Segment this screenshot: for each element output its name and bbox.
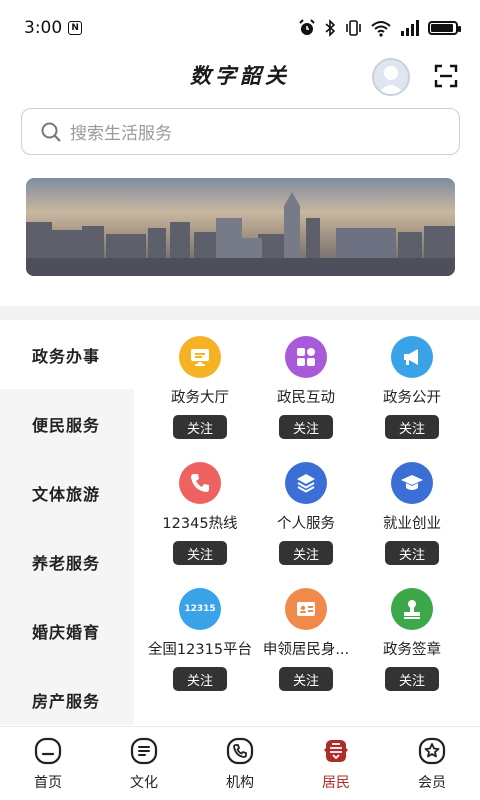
service-item[interactable]: 12345热线 关注	[147, 462, 253, 574]
search-icon	[41, 122, 61, 142]
bottom-tab-bar: 首页 文化 机构 居民 会员	[0, 726, 480, 800]
nfc-icon: N	[68, 21, 83, 35]
service-label: 申领居民身...	[262, 642, 350, 658]
service-label: 政务大厅	[171, 390, 229, 406]
category-label: 房产服务	[32, 691, 101, 711]
follow-button[interactable]: 关注	[385, 541, 439, 565]
service-label: 政务签章	[383, 642, 441, 658]
monitor-icon	[179, 336, 221, 378]
phone-icon	[179, 462, 221, 504]
search-input[interactable]: 搜索生活服务	[21, 108, 460, 155]
service-item[interactable]: 个人服务 关注	[253, 462, 359, 574]
wifi-icon	[371, 21, 391, 37]
category-item-gov-affairs[interactable]: 政务办事	[0, 320, 134, 389]
tab-label: 文化	[130, 775, 158, 791]
service-label: 政民互动	[277, 390, 335, 406]
user-avatar-icon	[378, 66, 404, 94]
section-divider	[0, 306, 480, 320]
follow-button[interactable]: 关注	[279, 415, 333, 439]
badge-12315-icon: 12315	[179, 588, 221, 630]
service-item[interactable]: 12315 全国12315平台 关注	[147, 588, 253, 700]
follow-button[interactable]: 关注	[279, 541, 333, 565]
category-label: 养老服务	[32, 553, 101, 573]
city-skyline-image	[26, 178, 455, 276]
service-item[interactable]: 政务公开 关注	[359, 336, 465, 448]
tab-home[interactable]: 首页	[0, 727, 96, 800]
service-grid: 政务大厅 关注 政民互动 关注 政务公开 关注 12345热线 关注 个人服务 …	[147, 336, 465, 700]
bluetooth-icon	[325, 19, 336, 37]
tab-institutions[interactable]: 机构	[192, 727, 288, 800]
service-label: 就业创业	[383, 516, 441, 532]
follow-button[interactable]: 关注	[173, 541, 227, 565]
member-star-icon	[418, 737, 446, 765]
layers-icon	[285, 462, 327, 504]
service-label: 政务公开	[383, 390, 441, 406]
tab-label: 会员	[418, 775, 446, 791]
service-item[interactable]: 政民互动 关注	[253, 336, 359, 448]
phone-circle-icon	[226, 737, 254, 765]
tab-label: 居民	[322, 775, 350, 791]
avatar[interactable]	[372, 58, 410, 96]
follow-button[interactable]: 关注	[279, 667, 333, 691]
alarm-icon	[299, 19, 315, 35]
badge-12315-text: 12315	[184, 604, 216, 614]
status-left: 3:00 N	[24, 18, 83, 38]
status-bar: 3:00 N	[0, 0, 480, 56]
category-label: 政务办事	[32, 346, 101, 366]
vibrate-icon	[346, 20, 361, 36]
service-item[interactable]: 政务签章 关注	[359, 588, 465, 700]
service-label: 12345热线	[162, 516, 238, 532]
category-item-marriage[interactable]: 婚庆婚育	[0, 596, 134, 665]
follow-button[interactable]: 关注	[173, 415, 227, 439]
category-item-convenience[interactable]: 便民服务	[0, 389, 134, 458]
home-icon	[34, 737, 62, 765]
status-time: 3:00	[24, 18, 63, 38]
resident-icon	[324, 740, 348, 762]
battery-icon	[428, 21, 461, 35]
service-item[interactable]: 申领居民身... 关注	[253, 588, 359, 700]
status-icons	[298, 19, 461, 37]
grid-icon	[285, 336, 327, 378]
scan-icon[interactable]	[434, 64, 458, 88]
stamp-icon	[391, 588, 433, 630]
id-card-icon	[285, 588, 327, 630]
follow-button[interactable]: 关注	[385, 667, 439, 691]
category-label: 便民服务	[32, 415, 101, 435]
tab-culture[interactable]: 文化	[96, 727, 192, 800]
tab-label: 首页	[34, 775, 62, 791]
service-label: 个人服务	[277, 516, 335, 532]
category-item-housing[interactable]: 房产服务	[0, 665, 134, 734]
category-item-culture-tourism[interactable]: 文体旅游	[0, 458, 134, 527]
service-item[interactable]: 政务大厅 关注	[147, 336, 253, 448]
document-icon	[130, 737, 158, 765]
category-item-elderly-care[interactable]: 养老服务	[0, 527, 134, 596]
banner-image[interactable]	[26, 178, 455, 276]
service-item[interactable]: 就业创业 关注	[359, 462, 465, 574]
service-label: 全国12315平台	[147, 642, 253, 658]
app-header: 数字韶关	[0, 56, 480, 100]
search-placeholder: 搜索生活服务	[70, 124, 172, 144]
category-label: 文体旅游	[32, 484, 101, 504]
tab-residents[interactable]: 居民	[288, 727, 384, 800]
tab-label: 机构	[226, 775, 254, 791]
tab-member[interactable]: 会员	[384, 727, 480, 800]
follow-button[interactable]: 关注	[173, 667, 227, 691]
megaphone-icon	[391, 336, 433, 378]
signal-icon	[401, 20, 419, 36]
follow-button[interactable]: 关注	[385, 415, 439, 439]
graduation-cap-icon	[391, 462, 433, 504]
category-menu: 政务办事 便民服务 文体旅游 养老服务 婚庆婚育 房产服务	[0, 320, 134, 725]
category-label: 婚庆婚育	[32, 622, 101, 642]
